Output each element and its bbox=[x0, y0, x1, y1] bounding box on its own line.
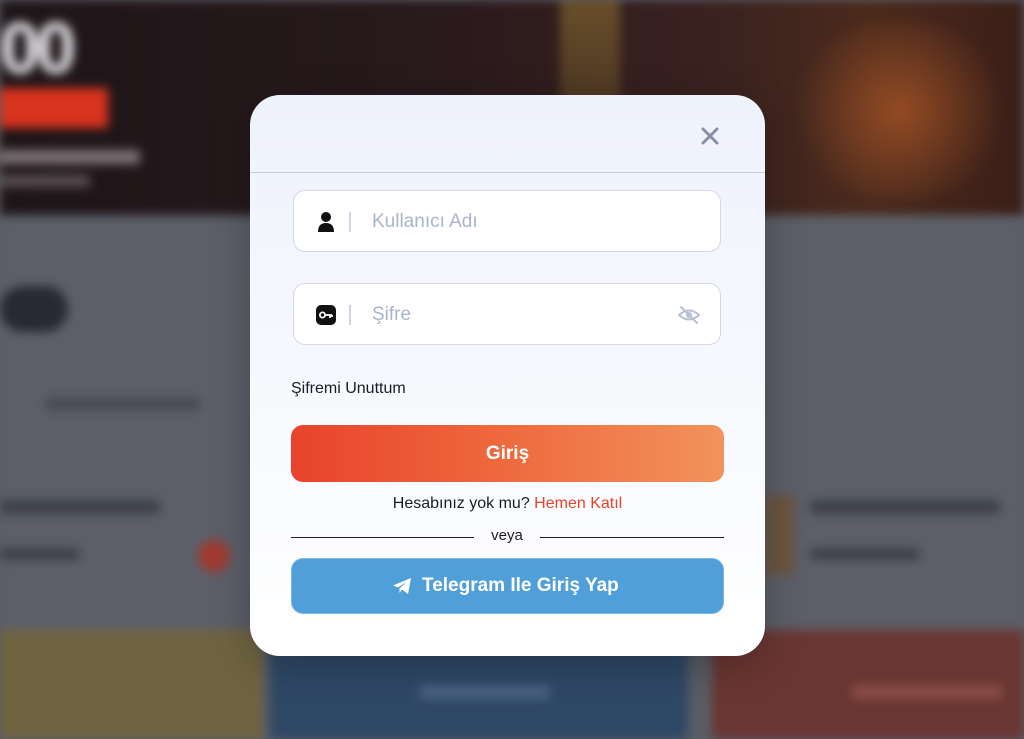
username-field[interactable]: Kullanıcı Adı bbox=[293, 190, 721, 252]
page: 00 Kullanıcı Adı Şifre Şifremi Unuttum G… bbox=[0, 0, 1024, 739]
password-input[interactable]: Şifre bbox=[372, 284, 411, 346]
divider-left bbox=[291, 537, 474, 538]
login-modal: Kullanıcı Adı Şifre Şifremi Unuttum Giri… bbox=[250, 95, 765, 656]
key-icon bbox=[316, 305, 336, 325]
telegram-icon bbox=[393, 578, 411, 594]
no-account-text: Hesabınız yok mu? bbox=[392, 495, 530, 512]
signup-link[interactable]: Hemen Katıl bbox=[534, 495, 622, 512]
divider-right bbox=[540, 537, 724, 538]
background-tile-3 bbox=[712, 630, 1024, 739]
background-amount: 00 bbox=[0, 9, 76, 89]
background-tile-1 bbox=[0, 630, 262, 739]
divider-text: veya bbox=[491, 527, 523, 544]
login-button[interactable]: Giriş bbox=[291, 425, 724, 482]
password-field[interactable]: Şifre bbox=[293, 283, 721, 345]
signup-prompt: Hesabınız yok mu? Hemen Katıl bbox=[250, 495, 765, 513]
user-icon bbox=[318, 212, 334, 232]
eye-off-icon[interactable] bbox=[678, 305, 700, 325]
forgot-password-link[interactable]: Şifremi Unuttum bbox=[291, 380, 406, 398]
telegram-login-button[interactable]: Telegram Ile Giriş Yap bbox=[291, 558, 724, 614]
close-icon bbox=[701, 127, 719, 145]
close-button[interactable] bbox=[699, 125, 721, 147]
background-promo-button bbox=[0, 88, 108, 128]
background-pill bbox=[0, 286, 68, 332]
telegram-button-label: Telegram Ile Giriş Yap bbox=[422, 575, 619, 596]
username-input[interactable]: Kullanıcı Adı bbox=[372, 191, 478, 253]
modal-header bbox=[250, 95, 765, 173]
